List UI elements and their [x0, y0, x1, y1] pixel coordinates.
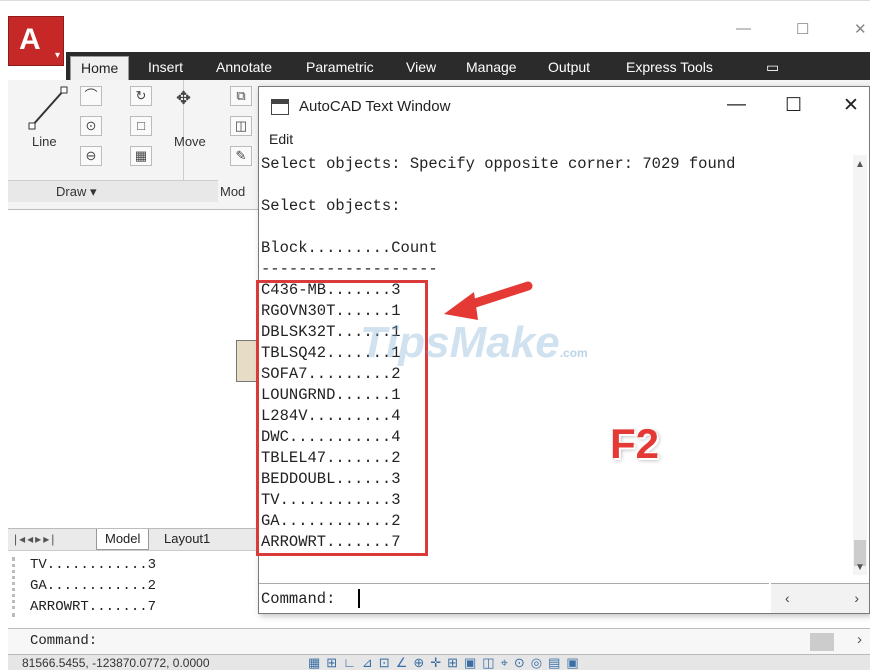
- command-prompt: Command:: [30, 633, 98, 649]
- line-icon[interactable]: [28, 86, 68, 130]
- command-line[interactable]: Command: ›: [8, 628, 870, 654]
- ribbon-tab-bar: Home Insert Annotate Parametric View Man…: [66, 52, 870, 80]
- ribbon-options-icon[interactable]: ▭: [756, 56, 789, 80]
- horizontal-scrollbar[interactable]: ‹ ›: [771, 583, 869, 613]
- text-window-icon: [271, 99, 289, 115]
- history-line: ARROWRT.......7: [30, 599, 157, 615]
- modify-panel-label[interactable]: Mod: [220, 184, 245, 199]
- scroll-up-icon[interactable]: ▲: [855, 159, 865, 170]
- tab-model[interactable]: Model: [96, 529, 150, 550]
- output-line: -------------------: [261, 260, 438, 278]
- scrollbar-thumb[interactable]: [810, 633, 834, 651]
- scroll-right-icon[interactable]: ›: [857, 631, 862, 648]
- coordinates-readout: 81566.5455, -123870.0772, 0.0000: [22, 656, 210, 670]
- tab-layout1[interactable]: Layout1: [156, 529, 218, 550]
- scroll-right-icon[interactable]: ›: [854, 590, 859, 606]
- text-cursor: [358, 589, 360, 608]
- f2-key-label: F2: [610, 420, 660, 467]
- text-window-title: AutoCAD Text Window: [299, 98, 451, 115]
- ellipse-icon[interactable]: ⊖: [80, 146, 102, 166]
- chevron-down-icon: ▾: [54, 50, 60, 61]
- status-bar: 81566.5455, -123870.0772, 0.0000 ▦⊞∟⊿⊡∠⊕…: [8, 654, 870, 670]
- command-prompt: Command:: [261, 590, 336, 608]
- tab-home[interactable]: Home: [70, 56, 130, 80]
- main-maximize-button[interactable]: ☐: [796, 20, 809, 38]
- output-line: Block.........Count: [261, 239, 438, 257]
- output-line: Select objects: Specify opposite corner:…: [261, 155, 736, 173]
- layout-tab-bar: |◂◂▸▸| Model Layout1: [8, 528, 260, 550]
- status-toggle-icons[interactable]: ▦⊞∟⊿⊡∠⊕✛⊞▣◫⌖⊙◎▤▣: [308, 655, 585, 670]
- tab-parametric[interactable]: Parametric: [296, 56, 384, 80]
- scroll-down-icon[interactable]: ▼: [855, 562, 865, 573]
- main-close-button[interactable]: ✕: [854, 20, 867, 38]
- polyline-icon[interactable]: ⌒: [80, 86, 102, 106]
- tab-express-tools[interactable]: Express Tools: [616, 56, 723, 80]
- history-line: TV............3: [30, 557, 157, 573]
- tab-manage[interactable]: Manage: [456, 56, 527, 80]
- vertical-scrollbar[interactable]: ▲ ▼: [853, 155, 867, 575]
- close-button[interactable]: ✕: [843, 94, 859, 117]
- text-window-titlebar[interactable]: AutoCAD Text Window — ☐ ✕: [259, 87, 869, 127]
- tab-output[interactable]: Output: [538, 56, 600, 80]
- text-window-command-input[interactable]: Command:: [259, 583, 769, 613]
- minimize-button[interactable]: —: [727, 94, 746, 116]
- history-line: GA............2: [30, 578, 157, 594]
- command-history: TV............3 GA............2 ARROWRT.…: [8, 550, 260, 628]
- panel-footer: Draw ▾ Mod: [8, 180, 245, 202]
- drawing-block: [236, 340, 258, 382]
- arc-icon[interactable]: ↻: [130, 86, 152, 106]
- tab-view[interactable]: View: [396, 56, 446, 80]
- rectangle-icon[interactable]: □: [130, 116, 152, 136]
- main-minimize-button[interactable]: —: [736, 20, 751, 37]
- tab-annotate[interactable]: Annotate: [206, 56, 282, 80]
- grip-handle-icon[interactable]: [12, 557, 24, 617]
- line-tool-label[interactable]: Line: [32, 134, 57, 149]
- circle-icon[interactable]: ⊙: [80, 116, 102, 136]
- output-line: Select objects:: [261, 197, 401, 215]
- text-window-menubar: Edit: [259, 127, 869, 155]
- draw-panel-label[interactable]: Draw ▾: [56, 184, 96, 200]
- maximize-button[interactable]: ☐: [785, 94, 802, 117]
- drawing-canvas[interactable]: [8, 210, 260, 528]
- move-icon[interactable]: ✥: [176, 88, 191, 109]
- move-tool-label[interactable]: Move: [174, 134, 206, 149]
- watermark-logo: TipsMake.com: [360, 318, 588, 367]
- autocad-logo-icon: A: [19, 23, 41, 56]
- mirror-icon[interactable]: ◫: [230, 116, 252, 136]
- copy-icon[interactable]: ⧉: [230, 86, 252, 106]
- menu-edit[interactable]: Edit: [269, 131, 293, 147]
- application-menu-button[interactable]: A ▾: [8, 16, 64, 66]
- layout-nav-arrows-icon[interactable]: |◂◂▸▸|: [14, 532, 56, 546]
- hatch-icon[interactable]: ▦: [130, 146, 152, 166]
- stretch-icon[interactable]: ✎: [230, 146, 252, 166]
- scroll-left-icon[interactable]: ‹: [785, 590, 790, 606]
- tab-insert[interactable]: Insert: [138, 56, 193, 80]
